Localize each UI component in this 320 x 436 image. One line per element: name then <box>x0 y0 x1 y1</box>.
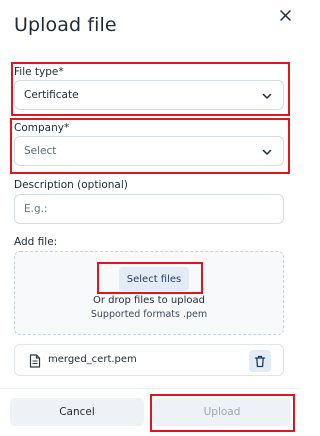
trash-icon <box>254 355 266 367</box>
select-files-button[interactable]: Select files <box>119 267 189 291</box>
company-select[interactable]: Select <box>14 136 284 166</box>
file-type-value: Certificate <box>24 89 79 101</box>
drop-files-text: Or drop files to upload <box>93 295 205 306</box>
supported-formats-text: Supported formats .pem <box>90 309 208 320</box>
company-label: Company* <box>14 122 70 134</box>
file-type-select[interactable]: Certificate <box>14 80 284 110</box>
document-icon <box>29 354 41 368</box>
attached-file-name: merged_cert.pem <box>48 354 137 365</box>
upload-button[interactable]: Upload <box>153 398 291 426</box>
close-button[interactable] <box>276 6 294 24</box>
chevron-down-icon <box>262 149 272 155</box>
footer-divider <box>0 388 300 389</box>
company-placeholder: Select <box>24 145 57 157</box>
upload-file-dialog: Upload file File type* Certificate Compa… <box>0 0 300 436</box>
add-file-label: Add file: <box>14 236 58 248</box>
file-type-label: File type* <box>14 66 64 78</box>
attached-file-row: merged_cert.pem <box>14 344 284 376</box>
cancel-button[interactable]: Cancel <box>10 398 144 426</box>
description-label: Description (optional) <box>14 179 128 191</box>
file-dropzone[interactable]: Select files Or drop files to upload Sup… <box>14 251 284 335</box>
close-icon <box>279 9 291 21</box>
dialog-title: Upload file <box>14 14 117 36</box>
delete-file-button[interactable] <box>249 350 271 372</box>
description-input[interactable] <box>14 194 284 224</box>
chevron-down-icon <box>262 93 272 99</box>
